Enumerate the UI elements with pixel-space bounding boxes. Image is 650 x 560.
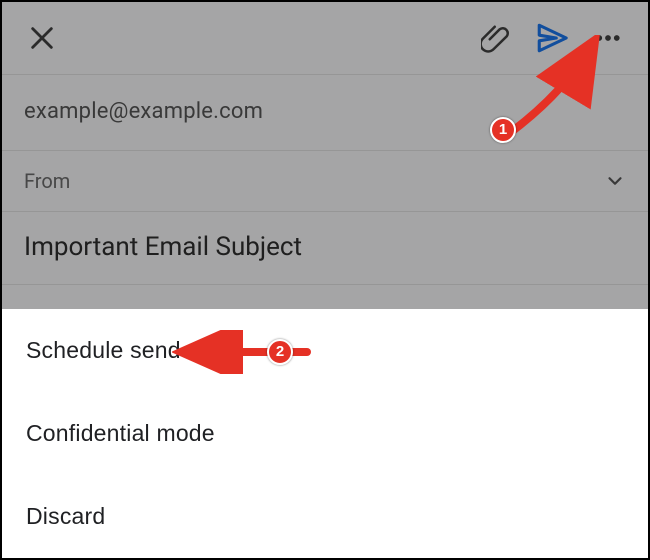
menu-item-label: Schedule send — [26, 337, 181, 364]
menu-confidential-mode[interactable]: Confidential mode — [2, 392, 648, 475]
app-frame: example@example.com From Important Email… — [0, 0, 650, 560]
menu-item-label: Confidential mode — [26, 420, 215, 447]
overflow-menu: Schedule send Confidential mode Discard — [2, 309, 648, 558]
annotation-badge-2: 2 — [267, 339, 293, 365]
modal-scrim[interactable] — [2, 2, 648, 309]
annotation-badge-1: 1 — [490, 117, 516, 143]
menu-discard[interactable]: Discard — [2, 475, 648, 558]
menu-schedule-send[interactable]: Schedule send — [2, 309, 648, 392]
menu-item-label: Discard — [26, 503, 105, 530]
